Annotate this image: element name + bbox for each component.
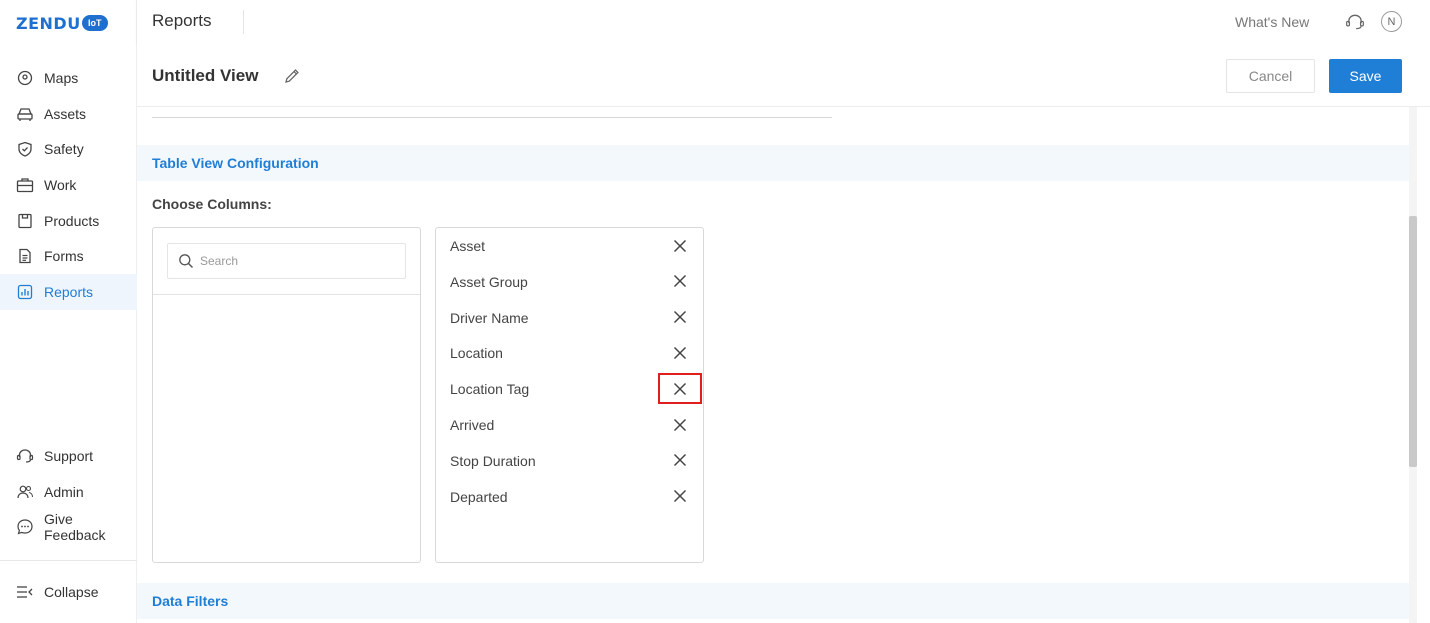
clipboard-icon <box>16 212 34 230</box>
sidebar-item-label: Admin <box>44 483 84 500</box>
view-header: Untitled View Cancel Save <box>137 44 1430 107</box>
sidebar-item-support[interactable]: Support <box>0 438 137 474</box>
sidebar-divider <box>0 560 137 561</box>
main-nav: Maps Assets Safety Work Products Forms R… <box>0 60 137 310</box>
sidebar-item-give-feedback[interactable]: Give Feedback <box>0 509 137 545</box>
column-label: Location Tag <box>450 381 530 398</box>
sidebar-item-label: Safety <box>44 141 84 158</box>
section-title: Data Filters <box>152 593 229 609</box>
sidebar-item-work[interactable]: Work <box>0 167 137 203</box>
divider <box>152 117 832 118</box>
zenduit-logo[interactable]: ZENDU IoT <box>16 12 108 34</box>
headset-icon[interactable] <box>1345 12 1365 32</box>
pencil-icon[interactable] <box>283 67 301 85</box>
close-icon[interactable] <box>658 445 702 476</box>
table-config-section-header: Table View Configuration <box>137 145 1409 181</box>
briefcase-icon <box>16 176 34 194</box>
sidebar-item-label: Give Feedback <box>44 511 106 544</box>
bar-chart-icon <box>16 283 34 301</box>
map-pin-icon <box>16 69 34 87</box>
available-columns-panel <box>152 227 421 563</box>
close-icon[interactable] <box>658 230 702 261</box>
column-search-box[interactable] <box>167 243 406 279</box>
avatar[interactable]: N <box>1381 11 1402 32</box>
sidebar-item-label: Work <box>44 176 77 193</box>
close-icon[interactable] <box>658 481 702 512</box>
close-icon[interactable] <box>658 373 702 405</box>
title-divider <box>243 10 244 34</box>
sidebar: ZENDU IoT Maps Assets Safety Work Produc… <box>0 0 137 623</box>
list-item[interactable]: Location Tag <box>436 371 703 407</box>
top-bar: Reports What's New N <box>137 0 1430 44</box>
sidebar-item-products[interactable]: Products <box>0 203 137 239</box>
collapse-label: Collapse <box>44 583 99 600</box>
search-icon <box>178 253 194 269</box>
sidebar-item-label: Reports <box>44 283 94 300</box>
whats-new-link[interactable]: What's New <box>1235 14 1309 30</box>
sidebar-bottom-nav: Support Admin Give Feedback <box>0 438 137 545</box>
close-icon[interactable] <box>658 266 702 297</box>
sidebar-collapse: Collapse <box>0 574 137 610</box>
column-label: Driver Name <box>450 309 529 326</box>
sidebar-item-maps[interactable]: Maps <box>0 60 137 96</box>
cancel-button[interactable]: Cancel <box>1226 59 1315 93</box>
sidebar-item-assets[interactable]: Assets <box>0 96 137 132</box>
shield-icon <box>16 140 34 158</box>
section-title: Table View Configuration <box>152 155 319 171</box>
list-item[interactable]: Asset Group <box>436 264 703 300</box>
sidebar-item-forms[interactable]: Forms <box>0 238 137 274</box>
car-icon <box>16 105 34 123</box>
search-input[interactable] <box>200 245 400 277</box>
column-label: Location <box>450 345 503 362</box>
close-icon[interactable] <box>658 337 702 368</box>
selected-columns-panel: Asset Asset Group Driver Name Location L… <box>435 227 704 563</box>
sidebar-item-label: Products <box>44 212 100 229</box>
choose-columns-label: Choose Columns: <box>152 196 272 212</box>
column-label: Asset <box>450 238 486 254</box>
list-item[interactable]: Location <box>436 335 703 371</box>
list-item[interactable]: Driver Name <box>436 300 703 336</box>
scrollbar-thumb[interactable] <box>1409 216 1417 467</box>
logo-badge: IoT <box>81 15 108 31</box>
column-label: Stop Duration <box>450 452 536 469</box>
users-icon <box>16 483 34 501</box>
headset-icon <box>16 447 34 465</box>
panel-divider <box>153 294 420 295</box>
logo-text: ZENDU <box>16 13 81 33</box>
list-item[interactable]: Asset <box>436 228 703 264</box>
collapse-button[interactable]: Collapse <box>0 574 137 610</box>
save-button[interactable]: Save <box>1329 59 1402 93</box>
sidebar-item-label: Forms <box>44 248 84 265</box>
view-title: Untitled View <box>152 66 259 85</box>
column-label: Arrived <box>450 417 495 433</box>
main-content: Table View Configuration Choose Columns:… <box>137 107 1409 623</box>
column-label: Departed <box>450 488 508 505</box>
document-icon <box>16 247 34 265</box>
collapse-menu-icon <box>16 583 34 601</box>
sidebar-item-safety[interactable]: Safety <box>0 131 137 167</box>
list-item[interactable]: Arrived <box>436 407 703 443</box>
chat-bubble-icon <box>16 518 34 536</box>
close-icon[interactable] <box>658 409 702 440</box>
list-item[interactable]: Stop Duration <box>436 443 703 479</box>
sidebar-item-label: Maps <box>44 69 79 86</box>
close-icon[interactable] <box>658 302 702 333</box>
sidebar-item-label: Assets <box>44 105 87 122</box>
column-label: Asset Group <box>450 273 528 290</box>
page-title: Reports <box>152 11 212 30</box>
sidebar-item-reports[interactable]: Reports <box>0 274 137 310</box>
sidebar-item-label: Support <box>44 447 94 464</box>
list-item[interactable]: Departed <box>436 479 703 515</box>
sidebar-item-admin[interactable]: Admin <box>0 474 137 510</box>
data-filters-section-header: Data Filters <box>137 583 1409 619</box>
